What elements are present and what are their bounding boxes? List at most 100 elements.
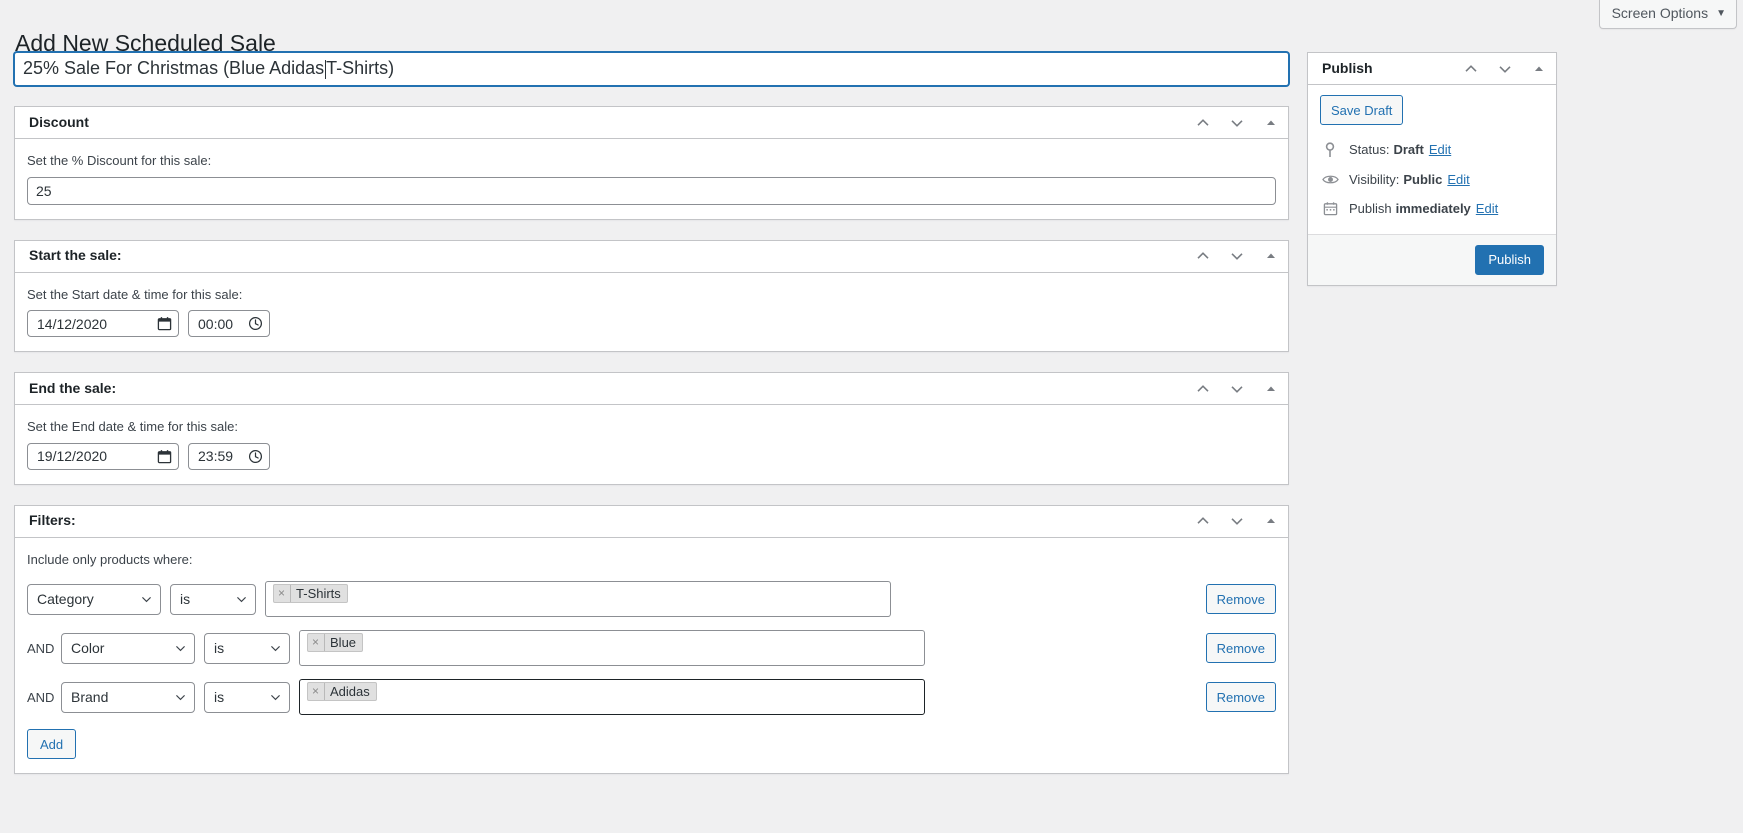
- collapse-triangle-icon[interactable]: [1254, 374, 1288, 404]
- start-date-input[interactable]: 14/12/2020: [27, 310, 179, 337]
- panel-end-sale: End the sale: Set the End date & time fo…: [14, 372, 1289, 485]
- panel-publish-title: Publish: [1322, 59, 1373, 76]
- panel-filters-title: Filters:: [29, 512, 76, 529]
- panel-end-sale-body: Set the End date & time for this sale: 1…: [15, 405, 1288, 484]
- remove-filter-button[interactable]: Remove: [1205, 633, 1276, 663]
- panel-start-sale-title: Start the sale:: [29, 247, 122, 264]
- filter-row: AND Color is × Blue Remove: [27, 630, 1276, 666]
- filter-operator-select[interactable]: is: [170, 583, 256, 615]
- move-down-icon[interactable]: [1220, 506, 1254, 536]
- filter-field-select[interactable]: Category: [27, 583, 161, 615]
- add-filter-button[interactable]: Add: [27, 729, 77, 759]
- filter-conjunction: AND: [27, 640, 55, 656]
- move-down-icon[interactable]: [1220, 374, 1254, 404]
- filter-tag-label: Adidas: [330, 683, 370, 699]
- move-up-icon[interactable]: [1186, 506, 1220, 536]
- move-up-icon[interactable]: [1186, 108, 1220, 138]
- collapse-triangle-icon[interactable]: [1522, 54, 1556, 84]
- calendar-icon: [1320, 201, 1340, 216]
- filter-field-value: Color: [71, 640, 105, 656]
- filter-operator-value: is: [214, 689, 225, 705]
- wp-admin-screen: Screen Options ▼ Add New Scheduled Sale …: [0, 0, 1743, 833]
- close-icon[interactable]: ×: [308, 682, 326, 700]
- filter-row: AND Brand is × Adidas Remove: [27, 679, 1276, 715]
- panel-publish-header: Publish: [1308, 53, 1556, 85]
- remove-button-holder: Remove: [1192, 633, 1276, 663]
- panel-publish: Publish Save Draft Status: Draft Edit Vi…: [1307, 52, 1557, 286]
- filter-value-tagbox[interactable]: × T-Shirts: [265, 581, 891, 617]
- edit-schedule-link[interactable]: Edit: [1476, 199, 1498, 219]
- panel-discount-title: Discount: [29, 113, 89, 130]
- pin-icon: [1320, 142, 1340, 158]
- move-down-icon[interactable]: [1220, 241, 1254, 271]
- filter-value-tagbox[interactable]: × Blue: [299, 630, 925, 666]
- end-datetime-label: Set the End date & time for this sale:: [27, 419, 239, 434]
- calendar-icon[interactable]: [157, 316, 172, 331]
- end-datetime-row: 19/12/2020 23:59: [27, 442, 1276, 470]
- chevron-down-icon: [174, 642, 187, 655]
- schedule-label: Publish: [1349, 201, 1392, 216]
- remove-filter-button[interactable]: Remove: [1205, 682, 1276, 712]
- status-row: Status: Draft Edit: [1320, 135, 1544, 165]
- panel-end-sale-title: End the sale:: [29, 379, 117, 396]
- start-datetime-label: Set the Start date & time for this sale:: [27, 286, 243, 302]
- move-up-icon[interactable]: [1186, 374, 1220, 404]
- sale-title-field-wrap: 25% Sale For Christmas (Blue Adidas T-Sh…: [14, 52, 1289, 86]
- discount-label: Set the % Discount for this sale:: [27, 153, 212, 168]
- panel-start-sale-actions: [1186, 241, 1288, 272]
- panel-start-sale-body: Set the Start date & time for this sale:…: [15, 273, 1288, 352]
- panel-filters-actions: [1186, 506, 1288, 537]
- filter-field-select[interactable]: Color: [61, 632, 195, 664]
- filter-field-select[interactable]: Brand: [61, 681, 195, 713]
- collapse-triangle-icon[interactable]: [1254, 506, 1288, 536]
- filter-tag-chip[interactable]: × Blue: [307, 632, 364, 652]
- screen-options-label: Screen Options: [1611, 5, 1709, 21]
- publish-button[interactable]: Publish: [1475, 244, 1544, 275]
- clock-icon[interactable]: [248, 449, 263, 464]
- sale-title-input[interactable]: 25% Sale For Christmas (Blue Adidas T-Sh…: [14, 52, 1289, 86]
- panel-publish-body: Save Draft Status: Draft Edit Visibility…: [1308, 85, 1556, 234]
- filter-conjunction: AND: [27, 689, 55, 705]
- visibility-row: Visibility: Public Edit: [1320, 165, 1544, 195]
- panel-publish-footer: Publish: [1308, 233, 1556, 285]
- edit-visibility-link[interactable]: Edit: [1447, 170, 1469, 190]
- collapse-triangle-icon[interactable]: [1254, 108, 1288, 138]
- filter-field-value: Category: [37, 591, 94, 607]
- end-time-input[interactable]: 23:59: [188, 442, 270, 470]
- screen-options-button[interactable]: Screen Options ▼: [1598, 0, 1737, 29]
- discount-input[interactable]: 25: [27, 176, 1276, 205]
- filter-value-tagbox[interactable]: × Adidas: [299, 679, 925, 715]
- calendar-icon[interactable]: [157, 449, 172, 464]
- remove-button-holder: Remove: [1192, 682, 1276, 712]
- end-date-value: 19/12/2020: [37, 448, 108, 464]
- move-down-icon[interactable]: [1220, 108, 1254, 138]
- panel-discount-header: Discount: [15, 107, 1288, 139]
- start-time-input[interactable]: 00:00: [188, 310, 270, 337]
- filter-operator-select[interactable]: is: [204, 632, 290, 664]
- close-icon[interactable]: ×: [274, 584, 292, 602]
- visibility-label: Visibility:: [1349, 171, 1400, 187]
- filter-tag-label: Blue: [330, 634, 357, 650]
- remove-filter-button[interactable]: Remove: [1205, 584, 1276, 614]
- end-date-input[interactable]: 19/12/2020: [27, 442, 179, 470]
- move-down-icon[interactable]: [1488, 54, 1522, 84]
- panel-discount: Discount Set the % Discount for this sal…: [14, 106, 1289, 220]
- filter-operator-select[interactable]: is: [204, 681, 290, 713]
- clock-icon[interactable]: [248, 316, 263, 331]
- panel-end-sale-header: End the sale:: [15, 373, 1288, 405]
- filters-label: Include only products where:: [27, 551, 193, 567]
- main-column: 25% Sale For Christmas (Blue Adidas T-Sh…: [14, 52, 1289, 794]
- filter-tag-chip[interactable]: × T-Shirts: [273, 583, 348, 603]
- move-up-icon[interactable]: [1454, 54, 1488, 84]
- chevron-down-icon: [235, 593, 248, 606]
- start-time-value: 00:00: [198, 315, 234, 332]
- collapse-triangle-icon[interactable]: [1254, 241, 1288, 271]
- move-up-icon[interactable]: [1186, 241, 1220, 271]
- edit-status-link[interactable]: Edit: [1429, 140, 1451, 160]
- filter-field-value: Brand: [71, 689, 109, 705]
- filter-tag-chip[interactable]: × Adidas: [307, 681, 377, 701]
- filter-operator-value: is: [214, 640, 225, 656]
- close-icon[interactable]: ×: [308, 633, 326, 651]
- panel-publish-actions: [1454, 53, 1556, 84]
- save-draft-button[interactable]: Save Draft: [1320, 95, 1404, 125]
